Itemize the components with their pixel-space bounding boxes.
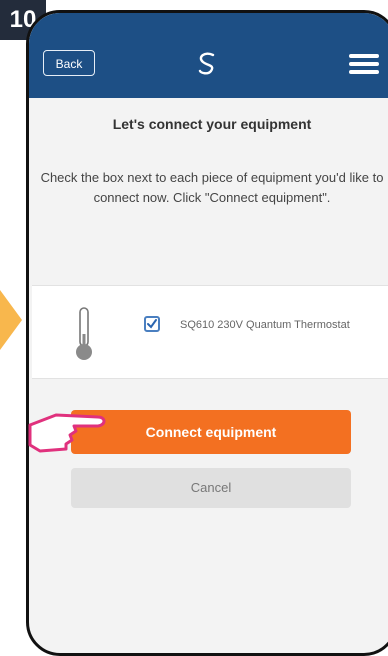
check-icon	[147, 319, 157, 329]
salus-logo-icon	[198, 52, 215, 75]
app-header: Back	[29, 13, 388, 98]
instructions-text: Check the box next to each piece of equi…	[40, 170, 384, 205]
page-title: Let's connect your equipment	[112, 116, 312, 132]
connect-equipment-button[interactable]: Connect equipment	[71, 410, 351, 454]
equipment-list-item: SQ610 230V Quantum Thermostat	[32, 285, 388, 379]
pointer-arrow-icon	[0, 290, 22, 350]
phone-screen: Back Let's connect your equipment Check …	[26, 10, 388, 656]
hamburger-menu-icon[interactable]	[349, 54, 379, 74]
cancel-button[interactable]: Cancel	[71, 468, 351, 508]
pointing-hand-icon	[28, 413, 106, 453]
thermometer-icon	[76, 307, 92, 360]
equipment-checkbox[interactable]	[144, 316, 160, 332]
equipment-label: SQ610 230V Quantum Thermostat	[180, 319, 350, 331]
back-button[interactable]: Back	[43, 50, 95, 76]
